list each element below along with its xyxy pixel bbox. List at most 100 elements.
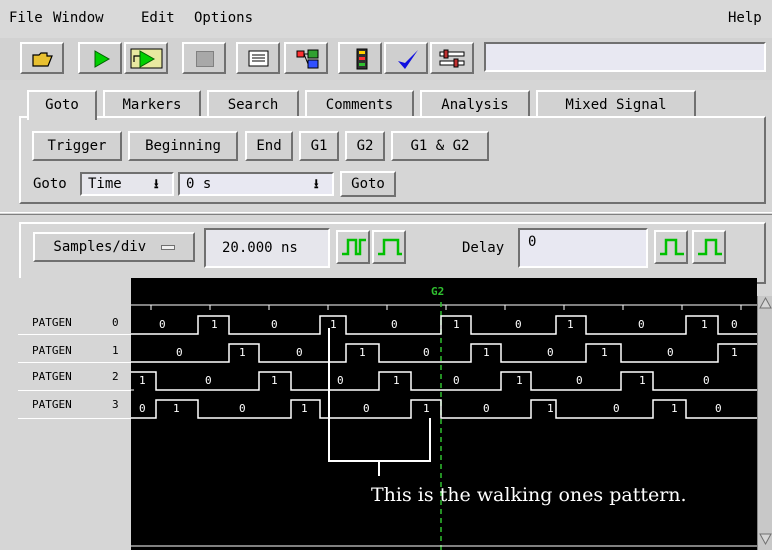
- bit-label: 1: [639, 374, 646, 387]
- overview-icon: [296, 49, 319, 69]
- bit-label: 0: [423, 346, 430, 359]
- tab-goto[interactable]: Goto: [27, 90, 97, 120]
- run-repetitive-button[interactable]: [124, 42, 168, 74]
- channel-3-trace: [131, 399, 757, 419]
- g2-button[interactable]: G2: [345, 131, 385, 161]
- delay-value: 0: [528, 234, 537, 250]
- bit-label: 0: [239, 402, 246, 415]
- channel-0-trace: [131, 315, 757, 335]
- tab-mixed-signal[interactable]: Mixed Signal: [536, 90, 696, 118]
- bit-label: 1: [701, 318, 708, 331]
- goto-mode-value: Time: [88, 176, 122, 192]
- tools-icon: [439, 49, 465, 68]
- bit-label: 1: [393, 374, 400, 387]
- scroll-up-icon[interactable]: [759, 296, 772, 310]
- wave-zoom-in-icon: [342, 238, 366, 256]
- samples-per-div-select[interactable]: Samples/div: [33, 232, 195, 262]
- channel-name: PATGEN: [32, 370, 72, 383]
- open-file-button[interactable]: [20, 42, 64, 74]
- option-menu-icon: [160, 244, 175, 250]
- menu-help[interactable]: Help: [728, 10, 762, 26]
- bit-label: 1: [239, 346, 246, 359]
- menu-file[interactable]: File: [9, 10, 43, 26]
- goto-mode-select[interactable]: Time ⭳: [80, 172, 174, 196]
- bit-label: 1: [423, 402, 430, 415]
- bit-label: 0: [667, 346, 674, 359]
- bit-label: 0: [139, 402, 146, 415]
- vertical-scrollbar[interactable]: [757, 296, 772, 550]
- bit-label: 0: [159, 318, 166, 331]
- scroll-down-icon[interactable]: [759, 532, 772, 546]
- menu-options[interactable]: Options: [194, 10, 253, 26]
- bit-label: 1: [601, 346, 608, 359]
- bit-label: 0: [363, 402, 370, 415]
- run-button[interactable]: [78, 42, 122, 74]
- play-icon: [94, 50, 111, 68]
- bit-label: 1: [359, 346, 366, 359]
- wave-left-icon: [660, 238, 684, 256]
- folder-icon: [32, 52, 53, 67]
- wave-right-icon: [698, 238, 722, 256]
- stop-icon: [196, 51, 214, 67]
- tab-comments[interactable]: Comments: [305, 90, 414, 118]
- bit-label: 0: [453, 374, 460, 387]
- samples-per-div-input[interactable]: 20.000 ns: [204, 228, 330, 268]
- zoom-in-button[interactable]: [336, 230, 370, 264]
- bit-label: 0: [638, 318, 645, 331]
- delay-input[interactable]: 0: [518, 228, 648, 268]
- channel-number: 3: [112, 398, 119, 411]
- end-button[interactable]: End: [245, 131, 293, 161]
- checkmark-icon: [398, 50, 418, 69]
- samples-per-div-label: Samples/div: [53, 239, 147, 255]
- tab-analysis[interactable]: Analysis: [420, 90, 530, 118]
- listing-icon: [248, 50, 269, 67]
- pane-divider[interactable]: [0, 210, 772, 218]
- bit-label: 0: [337, 374, 344, 387]
- tab-markers[interactable]: Markers: [103, 90, 201, 118]
- status-field[interactable]: [484, 42, 766, 72]
- bit-label: 0: [296, 346, 303, 359]
- waveform-display[interactable]: 0 1 0 1 0 1 0 1 0 1 0 0 1 0 1 0 1 0 1 0 …: [131, 278, 757, 550]
- config-button[interactable]: [338, 42, 382, 74]
- goto-time-input[interactable]: 0 s ⭳: [178, 172, 334, 196]
- dropdown-arrow-icon: ⭳: [154, 177, 159, 192]
- goto-time-value: 0 s: [186, 176, 212, 192]
- channel-divider: [18, 418, 131, 419]
- tools-button[interactable]: [430, 42, 474, 74]
- g1-button[interactable]: G1: [299, 131, 339, 161]
- trigger-button[interactable]: Trigger: [32, 131, 122, 161]
- samples-per-div-value: 20.000 ns: [222, 240, 298, 256]
- bit-label: 0: [703, 374, 710, 387]
- annotation-text: This is the walking ones pattern.: [371, 484, 687, 506]
- scroll-left-button[interactable]: [654, 230, 688, 264]
- g1-g2-button[interactable]: G1 & G2: [391, 131, 489, 161]
- scroll-right-button[interactable]: [692, 230, 726, 264]
- channel-name: PATGEN: [32, 398, 72, 411]
- beginning-button[interactable]: Beginning: [128, 131, 238, 161]
- tab-search[interactable]: Search: [207, 90, 299, 118]
- goto-go-button[interactable]: Goto: [340, 171, 396, 197]
- channel-name: PATGEN: [32, 316, 72, 329]
- overview-button[interactable]: [284, 42, 328, 74]
- bit-label: 0: [715, 402, 722, 415]
- menu-window[interactable]: Window: [53, 10, 104, 26]
- channel-divider: [18, 334, 131, 335]
- zoom-out-button[interactable]: [372, 230, 406, 264]
- bit-label: 0: [205, 374, 212, 387]
- bit-label: 1: [271, 374, 278, 387]
- bit-label: 1: [453, 318, 460, 331]
- stop-button[interactable]: [182, 42, 226, 74]
- bit-label: 1: [211, 318, 218, 331]
- channel-divider: [18, 390, 131, 391]
- config-icon: [356, 48, 368, 70]
- bit-label: 0: [176, 346, 183, 359]
- g2-marker-label[interactable]: G2: [431, 285, 444, 298]
- check-button[interactable]: [384, 42, 428, 74]
- menu-edit[interactable]: Edit: [141, 10, 175, 26]
- time-ruler: [131, 304, 757, 310]
- bit-label: 1: [547, 402, 554, 415]
- bit-label: 1: [731, 346, 738, 359]
- listing-button[interactable]: [236, 42, 280, 74]
- channel-number: 1: [112, 344, 119, 357]
- bit-label: 1: [671, 402, 678, 415]
